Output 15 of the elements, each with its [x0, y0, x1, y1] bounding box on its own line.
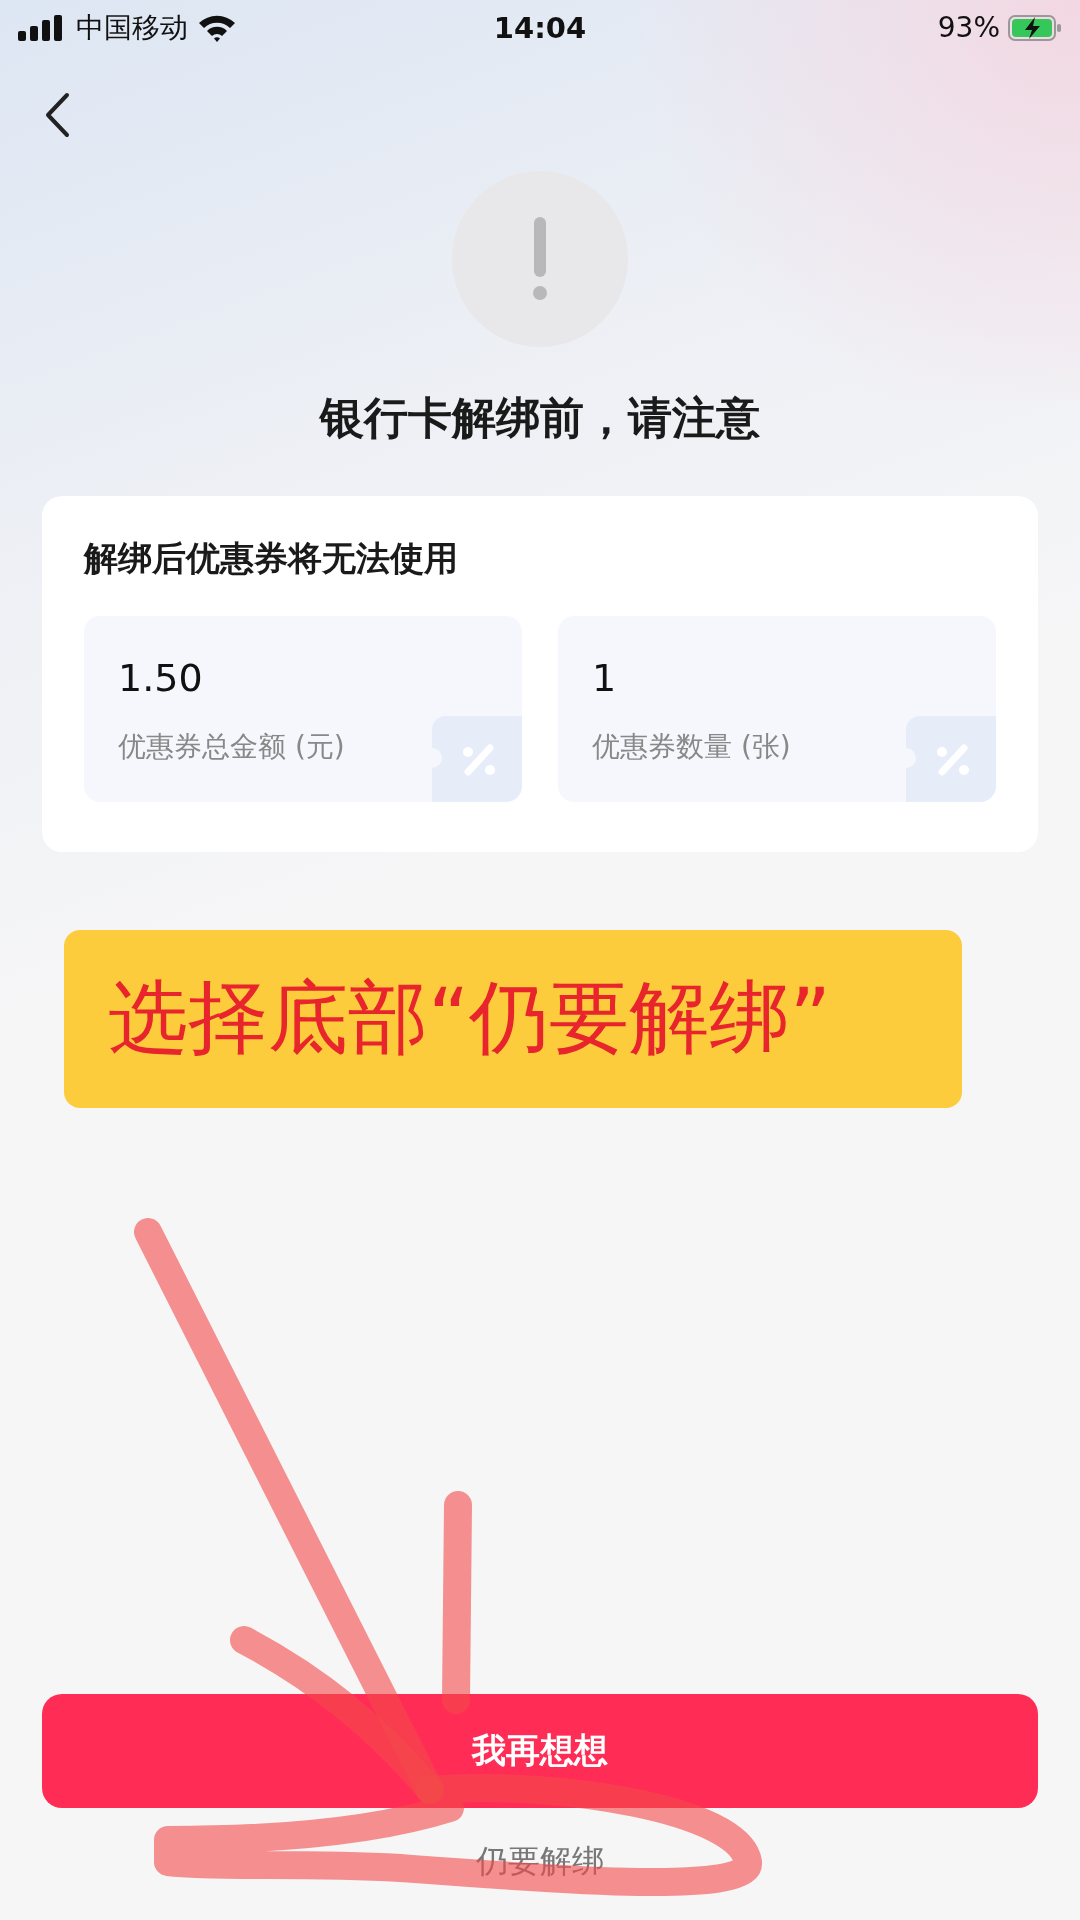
think-again-button[interactable]: 我再想想 [42, 1694, 1038, 1808]
card-heading: 解绑后优惠券将无法使用 [84, 537, 459, 580]
stat-value: 1.50 [118, 656, 204, 700]
exclamation-icon [532, 217, 548, 301]
stat-value: 1 [592, 656, 618, 700]
annotation-label: 选择底部“仍要解绑” [64, 930, 962, 1108]
stat-label: 优惠券数量 (张) [592, 729, 792, 765]
page-title: 银行卡解绑前，请注意 [318, 391, 761, 445]
back-icon[interactable] [44, 92, 70, 138]
carrier-name: 中国移动 [76, 9, 188, 46]
status-time: 14:04 [493, 10, 587, 45]
stat-label: 优惠券总金额 (元) [118, 729, 346, 765]
battery-charging-icon [1008, 14, 1062, 41]
battery-percent: 93% [937, 11, 1000, 44]
wifi-icon [198, 13, 236, 42]
